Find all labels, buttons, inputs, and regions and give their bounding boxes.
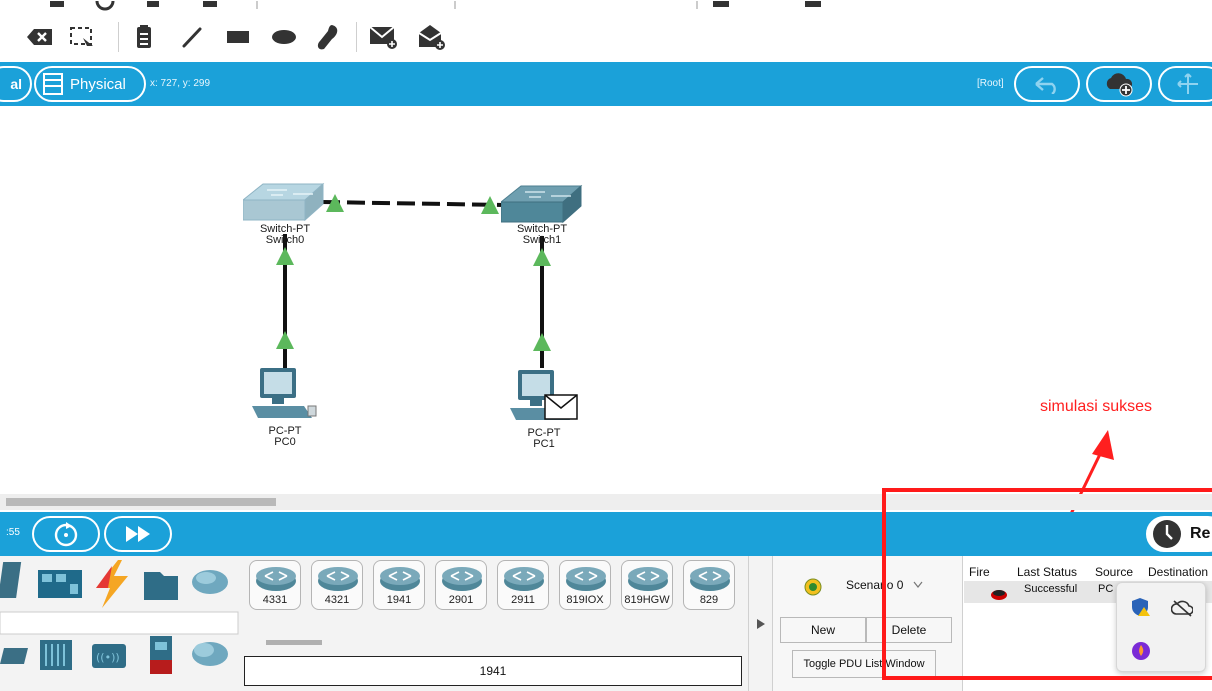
router-icon [628, 567, 668, 591]
device-category-icons: ((•)) [0, 560, 239, 674]
router-819hgw[interactable]: 819HGW [621, 560, 673, 610]
router-label: 4321 [324, 594, 350, 606]
cursor-coordinates: x: 727, y: 299 [150, 78, 211, 89]
collapse-panel-button[interactable] [748, 556, 772, 691]
selected-model-field: 1941 [244, 656, 742, 686]
drawing-toolbar [0, 12, 1212, 62]
time-readout: :55 [6, 527, 20, 538]
freeform-icon[interactable] [312, 22, 344, 52]
components-category-icon[interactable] [38, 570, 82, 598]
ellipse-icon[interactable] [268, 22, 300, 52]
switch1-label: Switch-PT Switch1 [502, 224, 582, 246]
root-breadcrumb[interactable]: [Root] [977, 78, 1004, 89]
move-object-button[interactable] [1158, 66, 1212, 102]
cloud-add-icon [1106, 73, 1133, 97]
router-819iox[interactable]: 819IOX [559, 560, 611, 610]
delete-icon[interactable] [24, 22, 56, 52]
router-icon [442, 567, 482, 591]
router-label: 2901 [448, 594, 474, 606]
top-strip [0, 0, 1212, 12]
new-scenario-button[interactable]: New [780, 617, 866, 643]
new-cluster-button[interactable] [1086, 66, 1152, 102]
router-label: 1941 [386, 594, 412, 606]
back-button[interactable] [1014, 66, 1080, 102]
router-icon [566, 567, 606, 591]
link-status-up-icon [276, 331, 294, 349]
move-icon [1177, 73, 1198, 94]
switch0-label: Switch-PT Switch0 [245, 224, 325, 246]
device-name: Switch0 [265, 234, 305, 246]
switch-category-icon[interactable] [0, 648, 28, 664]
back-arrow-icon [1035, 77, 1056, 94]
add-complex-pdu-icon[interactable] [416, 22, 448, 52]
security-category-icon[interactable] [150, 636, 172, 674]
wireless-category-icon[interactable]: ((•)) [92, 644, 126, 668]
pc0-icon[interactable] [248, 366, 320, 424]
router-4331[interactable]: 4331 [249, 560, 301, 610]
pc1-label: PC-PT PC1 [504, 428, 584, 450]
info-icon[interactable] [804, 578, 822, 596]
hub-category-icon[interactable] [40, 640, 72, 670]
router-829[interactable]: 829 [683, 560, 735, 610]
router-label: 819HGW [624, 594, 670, 606]
collapse-arrow-icon [756, 618, 765, 629]
pc0-label: PC-PT PC0 [245, 426, 325, 448]
router-label: 4331 [262, 594, 288, 606]
device-name: Switch1 [522, 234, 562, 246]
link-status-up-icon [533, 333, 551, 351]
workspace-bar: al Physical x: 727, y: 299 [Root] [0, 62, 1212, 106]
switch1-icon[interactable] [501, 184, 583, 226]
switch0-icon[interactable] [243, 182, 325, 224]
router-icon [318, 567, 358, 591]
line-icon[interactable] [176, 22, 208, 52]
router-label: 829 [699, 594, 719, 606]
fast-forward-button[interactable] [104, 516, 172, 552]
category-search-field[interactable] [0, 611, 239, 635]
router-label: 2911 [511, 594, 535, 606]
logical-view-tab[interactable]: al [0, 66, 32, 102]
logical-tab-label: al [10, 76, 22, 92]
multiuser-category-icon[interactable] [192, 570, 228, 594]
link-status-up-icon [276, 247, 294, 265]
end-devices-category-icon[interactable] [0, 562, 22, 598]
note-icon[interactable] [128, 22, 160, 52]
router-2911[interactable]: 2911 [497, 560, 549, 610]
reset-icon [54, 522, 78, 547]
router-2901[interactable]: 2901 [435, 560, 487, 610]
router-1941[interactable]: 1941 [373, 560, 425, 610]
physical-tab-label: Physical [70, 75, 126, 93]
rectangle-icon[interactable] [222, 22, 254, 52]
resize-shape-icon[interactable] [66, 22, 98, 52]
router-label: 819IOX [566, 594, 604, 606]
physical-view-tab[interactable]: Physical [34, 66, 146, 102]
wan-emulation-category-icon[interactable] [192, 642, 228, 666]
scrollbar-thumb[interactable] [6, 498, 276, 506]
device-name: PC0 [274, 436, 296, 448]
link-status-up-icon [533, 248, 551, 266]
device-name: PC1 [533, 438, 555, 450]
reset-time-button[interactable] [32, 516, 100, 552]
router-list-scrollbar[interactable] [266, 640, 322, 645]
router-icon [256, 567, 296, 591]
svg-text:((•)): ((•)) [96, 651, 120, 664]
misc-category-icon[interactable] [144, 572, 178, 600]
annotation-text: simulasi sukses [1040, 398, 1153, 415]
router-4321[interactable]: 4321 [311, 560, 363, 610]
router-icon [690, 567, 730, 591]
add-simple-pdu-icon[interactable] [368, 22, 400, 52]
router-icon [380, 567, 420, 591]
connections-category-icon[interactable] [96, 560, 128, 608]
pdu-envelope-icon[interactable] [544, 394, 578, 420]
highlight-box [882, 488, 1212, 680]
physical-rack-icon [43, 73, 63, 95]
switch-link[interactable] [321, 200, 506, 207]
fast-forward-icon [126, 526, 150, 542]
router-icon [504, 567, 544, 591]
